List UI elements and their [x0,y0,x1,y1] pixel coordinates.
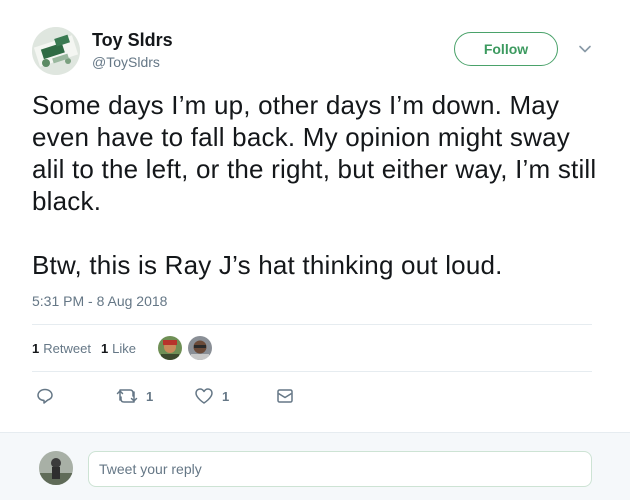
tweet-timestamp[interactable]: 5:31 PM - 8 Aug 2018 [32,293,167,309]
like-button[interactable]: 1 [194,382,229,410]
liker-avatar[interactable] [188,336,213,360]
like-stat-count: 1 [100,340,109,356]
follow-button[interactable]: Follow [454,32,558,66]
reply-input[interactable] [88,451,592,487]
retweet-stat-count: 1 [32,340,40,356]
retweet-button[interactable]: 1 [116,382,153,410]
divider [32,324,592,325]
chevron-down-icon[interactable] [578,42,592,56]
like-stat-label: Like [112,340,137,356]
tweet-paragraph: Btw, this is Ray J’s hat thinking out lo… [32,250,503,280]
tweet-actions: 1 1 [32,382,332,410]
heart-icon [194,387,214,405]
reply-icon [36,387,54,405]
retweet-icon [116,387,138,405]
retweet-count: 1 [146,388,154,404]
current-user-avatar [39,451,73,485]
like-stat[interactable]: 1 Like [101,341,136,356]
author-avatar[interactable] [32,27,80,75]
liker-avatar[interactable] [158,336,183,360]
envelope-icon [276,387,294,405]
tweet-paragraph: Some days I’m up, other days I’m down. M… [32,90,597,216]
reply-bar [0,432,630,500]
tweet-card: Toy Sldrs @ToySldrs Follow Some days I’m… [0,0,630,432]
retweet-stat[interactable]: 1 Retweet [32,341,91,356]
liker-avatars [158,336,218,360]
reply-button[interactable] [36,382,54,410]
retweet-stat-label: Retweet [43,340,91,356]
tweet-stats: 1 Retweet 1 Like [32,334,218,362]
tweet-text: Some days I’m up, other days I’m down. M… [32,89,602,281]
divider [32,371,592,372]
author-handle[interactable]: @ToySldrs [92,54,160,70]
like-count: 1 [222,388,230,404]
author-display-name[interactable]: Toy Sldrs [92,30,173,51]
direct-message-button[interactable] [276,382,294,410]
